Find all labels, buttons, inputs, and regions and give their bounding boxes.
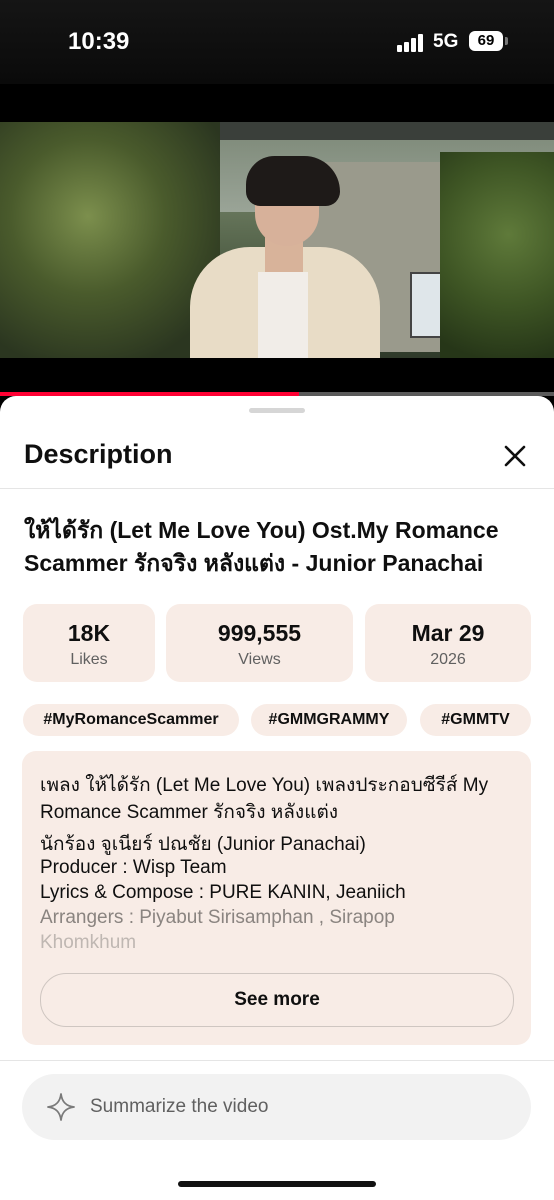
description-line: Producer : Wisp Team bbox=[40, 857, 227, 878]
battery-tip bbox=[505, 37, 508, 45]
see-more-button[interactable]: See more bbox=[40, 973, 514, 1027]
divider bbox=[0, 1060, 554, 1061]
stat-date-year: 2026 bbox=[430, 651, 466, 668]
description-line: Khomkhum bbox=[40, 932, 137, 953]
sheet-header: Description bbox=[0, 426, 554, 489]
video-foliage bbox=[0, 122, 220, 358]
description-line: Romance Scammer รักจริง หลังแต่ง bbox=[40, 802, 339, 823]
description-sheet: Description ให้ได้รัก (Let Me Love You) … bbox=[0, 396, 554, 1200]
stat-views-value: 999,555 bbox=[217, 620, 302, 646]
stat-date-value: Mar 29 bbox=[411, 620, 485, 646]
description-line: Lyrics & Compose : PURE KANIN, Jeaniich bbox=[40, 882, 406, 903]
video-title: ให้ได้รัก (Let Me Love You) Ost.My Roman… bbox=[24, 517, 499, 576]
description-line: Arrangers : Piyabut Sirisamphan , Sirapo… bbox=[40, 907, 395, 928]
stat-date: Mar 29 2026 bbox=[365, 604, 531, 682]
stat-views: 999,555 Views bbox=[166, 604, 353, 682]
summarize-video-button[interactable]: Summarize the video bbox=[22, 1074, 531, 1140]
status-time: 10:39 bbox=[68, 28, 130, 55]
close-icon[interactable] bbox=[498, 439, 532, 473]
video-beam bbox=[200, 122, 554, 140]
stat-likes: 18K Likes bbox=[23, 604, 155, 682]
stat-likes-value: 18K bbox=[67, 620, 111, 646]
stat-views-label: Views bbox=[238, 651, 281, 668]
description-line: นักร้อง จูเนียร์ ปณชัย (Junior Panachai) bbox=[40, 834, 366, 855]
hashtag-gmmtv[interactable]: #GMMTV bbox=[420, 704, 531, 736]
video-player[interactable] bbox=[0, 122, 554, 358]
signal-icon bbox=[397, 34, 425, 52]
hashtag-myromancescammer[interactable]: #MyRomanceScammer bbox=[23, 704, 239, 736]
sheet-title: Description bbox=[24, 439, 173, 469]
summarize-label: Summarize the video bbox=[90, 1096, 269, 1117]
drag-handle[interactable] bbox=[249, 408, 305, 413]
video-person-hair bbox=[246, 156, 340, 206]
status-bar: 10:39 5G 69 bbox=[0, 0, 554, 84]
home-indicator bbox=[178, 1181, 376, 1187]
description-line: เพลง ให้ได้รัก (Let Me Love You) เพลงประ… bbox=[40, 775, 489, 796]
video-person-shirt bbox=[258, 272, 308, 358]
hashtag-gmmgrammy[interactable]: #GMMGRAMMY bbox=[251, 704, 407, 736]
network-type: 5G bbox=[433, 31, 459, 52]
video-foliage bbox=[440, 152, 554, 358]
sparkle-icon bbox=[46, 1092, 76, 1122]
stat-likes-label: Likes bbox=[70, 651, 108, 668]
description-box: เพลง ให้ได้รัก (Let Me Love You) เพลงประ… bbox=[22, 751, 531, 1045]
battery-icon: 69 bbox=[469, 31, 503, 51]
